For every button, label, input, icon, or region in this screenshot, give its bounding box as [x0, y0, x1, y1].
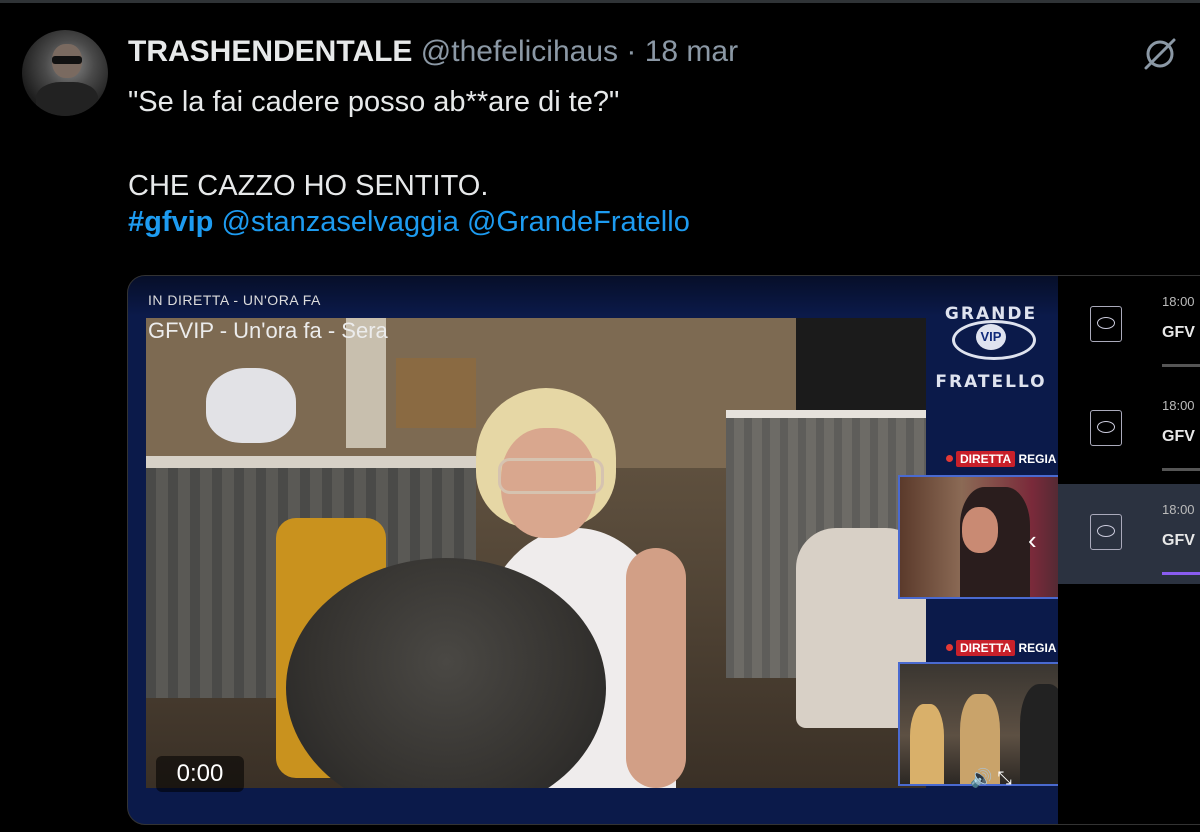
tweet-date[interactable]: 18 mar: [645, 35, 738, 68]
tweet-text-line: CHE CAZZO HO SENTITO.: [128, 170, 489, 202]
video-timecode[interactable]: 0:00: [156, 756, 244, 792]
feed2-tag: DIRETTA REGIA 2: [946, 640, 1066, 656]
feed1-tag: DIRETTA REGIA 1: [946, 451, 1066, 467]
epg-title: GFV: [1162, 324, 1195, 341]
epg-panel: 18:00 GFV 18:00 GFV 18:00 GFV: [1058, 276, 1200, 824]
slash-circle-icon[interactable]: [1140, 34, 1180, 74]
author-name[interactable]: TRASHENDENTALE: [128, 35, 412, 68]
logo-text-bottom: FRATELLO: [935, 372, 1047, 392]
live-label: IN DIRETTA - UN'ORA FA: [148, 292, 321, 308]
hashtag-link[interactable]: #gfvip: [128, 206, 213, 238]
epg-progress: [1162, 572, 1200, 575]
show-title: GFVIP - Un'ora fa - Sera: [148, 318, 388, 343]
feed1-thumbnail[interactable]: ‹: [898, 475, 1078, 599]
live-badge: DIRETTA: [956, 640, 1016, 656]
mention-link[interactable]: @GrandeFratello: [467, 206, 690, 238]
live-dot-icon: [946, 455, 953, 462]
avatar[interactable]: [22, 30, 108, 116]
channel-logo-icon: [1090, 410, 1122, 446]
epg-progress: [1162, 468, 1200, 471]
author-handle[interactable]: @thefelicihaus: [421, 35, 618, 68]
epg-time: 18:00: [1162, 398, 1195, 413]
epg-item[interactable]: 18:00 GFV: [1058, 276, 1200, 376]
epg-time: 18:00: [1162, 502, 1195, 517]
tweet-body: "Se la fai cadere posso ab**are di te?" …: [128, 84, 690, 240]
live-badge: DIRETTA: [956, 451, 1016, 467]
channel-logo-icon: [1090, 514, 1122, 550]
epg-item[interactable]: 18:00 GFV: [1058, 484, 1200, 584]
volume-expand-icons[interactable]: 🔊 ⤡: [970, 768, 1012, 789]
epg-progress: [1162, 364, 1200, 367]
video-player[interactable]: IN DIRETTA - UN'ORA FA GFVIP - Un'ora fa…: [127, 275, 1200, 825]
channel-logo-icon: [1090, 306, 1122, 342]
mention-link[interactable]: @stanzaselvaggia: [221, 206, 458, 238]
live-dot-icon: [946, 644, 953, 651]
top-divider: [0, 0, 1200, 3]
epg-title: GFV: [1162, 532, 1195, 549]
header-separator: ·: [626, 35, 637, 68]
epg-time: 18:00: [1162, 294, 1195, 309]
tweet-text-line: "Se la fai cadere posso ab**are di te?": [128, 86, 620, 118]
epg-item[interactable]: 18:00 GFV: [1058, 380, 1200, 480]
show-logo: GRANDE VIP FRATELLO: [926, 286, 1056, 396]
logo-vip: VIP: [976, 324, 1006, 350]
chevron-left-icon[interactable]: ‹: [1028, 525, 1037, 556]
video-frame[interactable]: [146, 318, 926, 788]
tweet-header: TRASHENDENTALE @thefelicihaus · 18 mar: [128, 34, 738, 70]
epg-title: GFV: [1162, 428, 1195, 445]
